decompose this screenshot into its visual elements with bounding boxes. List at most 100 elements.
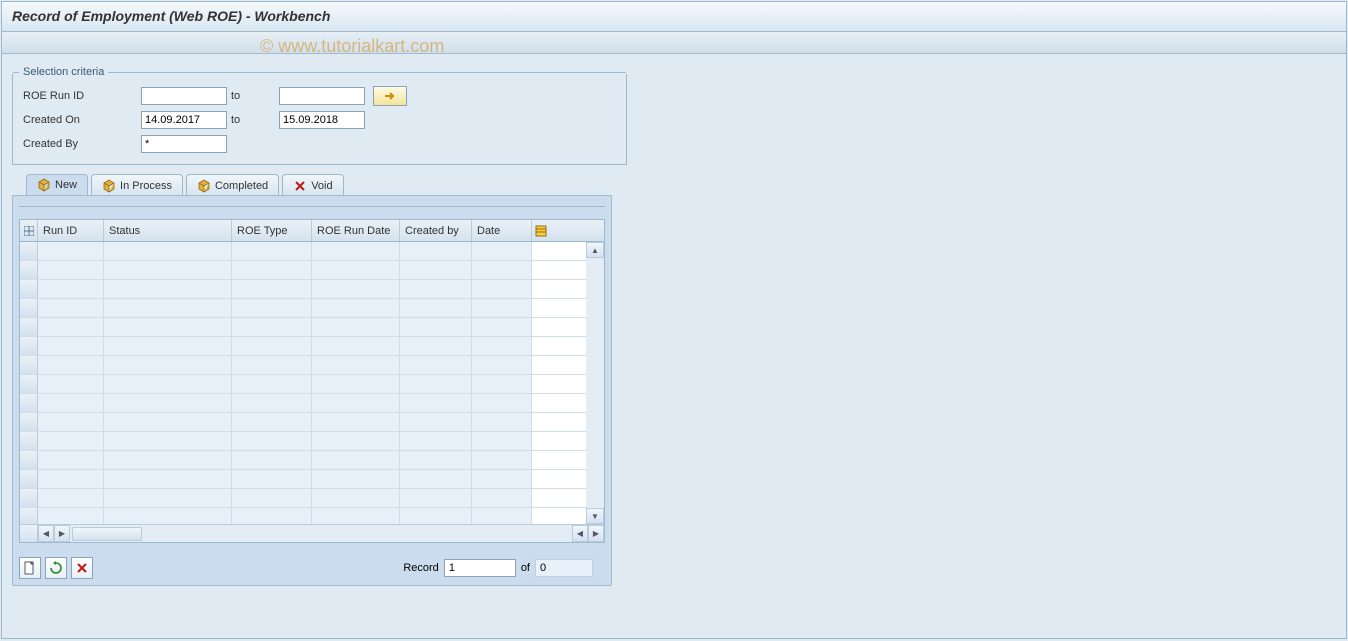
table-cell[interactable] xyxy=(38,299,104,317)
table-cell[interactable] xyxy=(232,432,312,450)
table-cell[interactable] xyxy=(104,413,232,431)
table-cell[interactable] xyxy=(104,375,232,393)
table-settings-button[interactable] xyxy=(532,220,550,241)
hscroll-thumb[interactable] xyxy=(72,527,142,541)
row-handle[interactable] xyxy=(20,318,38,336)
table-cell[interactable] xyxy=(232,242,312,260)
table-cell[interactable] xyxy=(38,242,104,260)
table-cell[interactable] xyxy=(312,432,400,450)
table-row[interactable] xyxy=(20,413,586,432)
row-handle[interactable] xyxy=(20,394,38,412)
row-handle[interactable] xyxy=(20,413,38,431)
table-cell[interactable] xyxy=(472,337,532,355)
table-cell[interactable] xyxy=(104,394,232,412)
select-all-handle[interactable] xyxy=(20,220,38,241)
scroll-left2-button[interactable]: ◀ xyxy=(572,525,588,542)
table-cell[interactable] xyxy=(38,318,104,336)
table-cell[interactable] xyxy=(232,394,312,412)
scroll-right2-button[interactable]: ▶ xyxy=(588,525,604,542)
table-cell[interactable] xyxy=(232,451,312,469)
table-cell[interactable] xyxy=(38,394,104,412)
table-cell[interactable] xyxy=(472,489,532,507)
table-cell[interactable] xyxy=(104,356,232,374)
table-cell[interactable] xyxy=(312,508,400,524)
table-cell[interactable] xyxy=(472,280,532,298)
created-on-to-input[interactable] xyxy=(279,111,365,129)
table-cell[interactable] xyxy=(400,318,472,336)
table-row[interactable] xyxy=(20,432,586,451)
table-cell[interactable] xyxy=(472,451,532,469)
table-cell[interactable] xyxy=(400,375,472,393)
table-cell[interactable] xyxy=(400,280,472,298)
vertical-scrollbar[interactable]: ▲ ▼ xyxy=(586,242,604,524)
tab-completed[interactable]: Completed xyxy=(186,174,279,196)
table-cell[interactable] xyxy=(104,242,232,260)
table-row[interactable] xyxy=(20,337,586,356)
table-cell[interactable] xyxy=(312,261,400,279)
table-cell[interactable] xyxy=(400,508,472,524)
delete-button[interactable] xyxy=(71,557,93,579)
table-cell[interactable] xyxy=(104,489,232,507)
table-row[interactable] xyxy=(20,299,586,318)
table-cell[interactable] xyxy=(472,394,532,412)
row-handle[interactable] xyxy=(20,356,38,374)
table-cell[interactable] xyxy=(232,299,312,317)
table-cell[interactable] xyxy=(38,375,104,393)
table-cell[interactable] xyxy=(472,375,532,393)
scroll-track[interactable] xyxy=(586,258,604,508)
table-cell[interactable] xyxy=(232,413,312,431)
scroll-left-button[interactable]: ◀ xyxy=(38,525,54,542)
row-handle[interactable] xyxy=(20,432,38,450)
table-cell[interactable] xyxy=(232,280,312,298)
row-handle[interactable] xyxy=(20,489,38,507)
table-cell[interactable] xyxy=(38,337,104,355)
table-row[interactable] xyxy=(20,242,586,261)
row-handle[interactable] xyxy=(20,337,38,355)
col-created-by[interactable]: Created by xyxy=(400,220,472,241)
table-cell[interactable] xyxy=(104,508,232,524)
table-cell[interactable] xyxy=(400,451,472,469)
table-row[interactable] xyxy=(20,261,586,280)
multiple-selection-button[interactable] xyxy=(373,86,407,106)
table-cell[interactable] xyxy=(232,489,312,507)
row-handle[interactable] xyxy=(20,451,38,469)
row-handle[interactable] xyxy=(20,470,38,488)
table-row[interactable] xyxy=(20,356,586,375)
table-cell[interactable] xyxy=(472,432,532,450)
table-cell[interactable] xyxy=(312,299,400,317)
created-on-from-input[interactable] xyxy=(141,111,227,129)
record-number-input[interactable] xyxy=(444,559,516,577)
horizontal-scrollbar[interactable]: ◀ ▶ ◀ ▶ xyxy=(20,524,604,542)
table-cell[interactable] xyxy=(232,356,312,374)
table-cell[interactable] xyxy=(400,261,472,279)
table-cell[interactable] xyxy=(472,318,532,336)
table-cell[interactable] xyxy=(400,470,472,488)
table-cell[interactable] xyxy=(104,280,232,298)
table-cell[interactable] xyxy=(38,432,104,450)
table-row[interactable] xyxy=(20,280,586,299)
table-cell[interactable] xyxy=(472,356,532,374)
row-handle[interactable] xyxy=(20,299,38,317)
scroll-up-button[interactable]: ▲ xyxy=(586,242,604,258)
table-cell[interactable] xyxy=(232,375,312,393)
table-cell[interactable] xyxy=(472,508,532,524)
table-cell[interactable] xyxy=(312,413,400,431)
table-cell[interactable] xyxy=(472,242,532,260)
col-roe-type[interactable]: ROE Type xyxy=(232,220,312,241)
row-handle[interactable] xyxy=(20,242,38,260)
table-cell[interactable] xyxy=(400,242,472,260)
table-cell[interactable] xyxy=(104,318,232,336)
table-row[interactable] xyxy=(20,470,586,489)
table-cell[interactable] xyxy=(104,261,232,279)
row-handle[interactable] xyxy=(20,375,38,393)
table-cell[interactable] xyxy=(312,394,400,412)
table-cell[interactable] xyxy=(232,508,312,524)
roe-run-id-from-input[interactable] xyxy=(141,87,227,105)
table-cell[interactable] xyxy=(232,337,312,355)
table-cell[interactable] xyxy=(104,299,232,317)
table-cell[interactable] xyxy=(38,470,104,488)
table-cell[interactable] xyxy=(232,470,312,488)
table-cell[interactable] xyxy=(400,432,472,450)
table-cell[interactable] xyxy=(400,394,472,412)
table-cell[interactable] xyxy=(38,261,104,279)
